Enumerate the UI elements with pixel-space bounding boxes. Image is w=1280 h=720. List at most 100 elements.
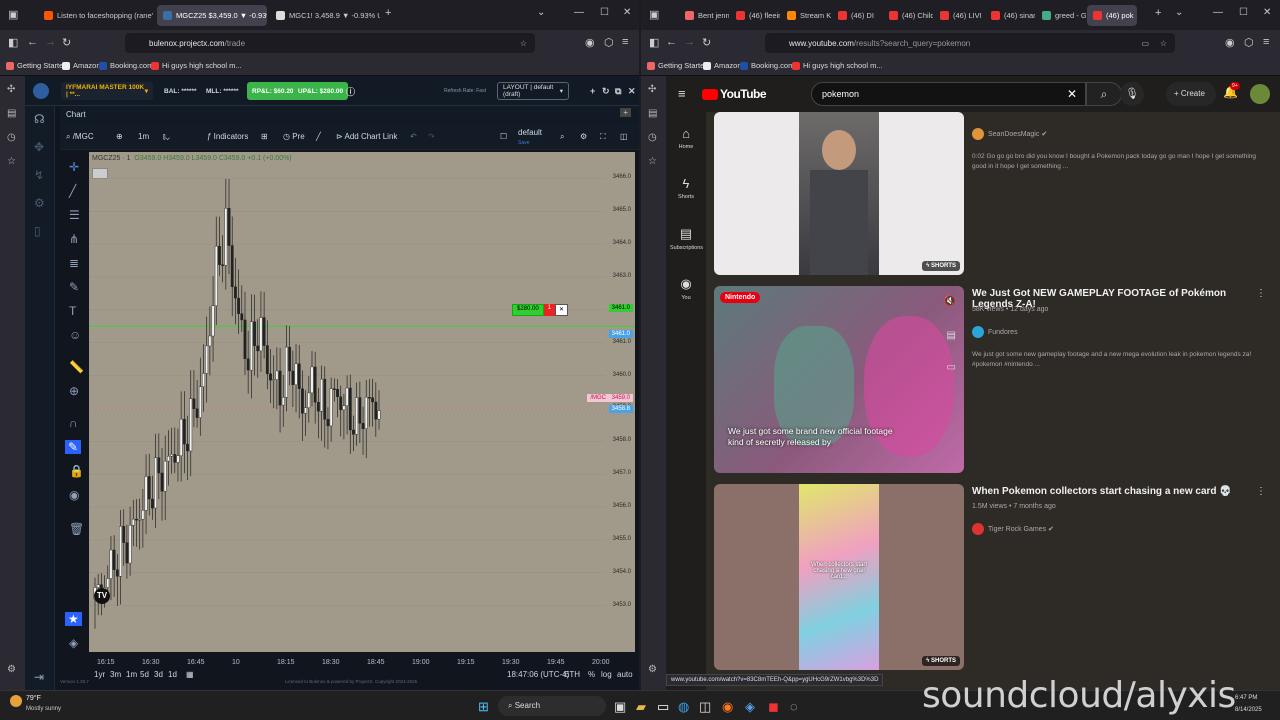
channel-link[interactable]: SeanDoesMagic ✔ [972, 128, 1047, 140]
layers-icon[interactable]: ◈ [69, 636, 78, 650]
draw-line-icon[interactable]: ╱ [316, 132, 321, 141]
clear-icon[interactable]: ✕ [1067, 87, 1077, 101]
bookmark-highschool[interactable]: Hi guys high school m... [792, 61, 883, 70]
app-icon[interactable]: ◈ [745, 699, 755, 715]
bookmark-booking[interactable]: Booking.com [99, 61, 153, 70]
minimize-icon[interactable]: — [1213, 7, 1223, 18]
create-button[interactable]: + Create [1166, 82, 1216, 106]
queue-icon[interactable]: ▤ [947, 330, 956, 341]
tab-item[interactable]: (46) pok✕ [1087, 5, 1137, 26]
terminal-icon[interactable]: ▭ [657, 699, 669, 715]
brush-icon[interactable]: ✎ [69, 280, 79, 294]
url-bar[interactable]: www.youtube.com/results?search_query=pok… [765, 33, 1175, 53]
more-options-icon[interactable]: ⋮ [1256, 288, 1266, 299]
reader-icon[interactable]: ▭ [1141, 39, 1149, 48]
tab-item[interactable]: (46) LIVI [934, 5, 984, 26]
back-icon[interactable]: ← [27, 36, 38, 48]
sidebar-toggle-icon[interactable]: ◧ [649, 36, 659, 49]
taskbar-search[interactable]: ⌕ Search [498, 696, 606, 716]
file-explorer-icon[interactable]: ▰ [636, 699, 646, 715]
avatar[interactable] [1250, 84, 1270, 104]
reload-icon[interactable]: ↻ [62, 36, 71, 49]
magnet-icon[interactable]: ∩ [69, 416, 78, 430]
new-tab-icon[interactable]: + [1155, 7, 1161, 19]
nav-subscriptions[interactable]: ▤ Subscriptions [670, 226, 703, 251]
app-icon[interactable]: ◼ [768, 699, 779, 715]
add-chart-link[interactable]: ⊳ Add Chart Link [336, 132, 397, 141]
tab-list-icon[interactable]: ▣ [8, 8, 18, 21]
info-icon[interactable]: ⓘ [341, 82, 360, 100]
range-3m[interactable]: 3m [110, 670, 121, 679]
bookmarks-icon[interactable]: ☆ [7, 156, 16, 167]
bookmarks-icon[interactable]: ☆ [648, 156, 657, 167]
store-icon[interactable]: ◫ [699, 699, 711, 715]
forward-icon[interactable]: → [45, 36, 56, 48]
zoom-icon[interactable]: ⊕ [69, 384, 79, 398]
chevron-down-icon[interactable]: ⌄ [1175, 7, 1183, 18]
range-1m[interactable]: 1m [126, 670, 137, 679]
favorites-icon[interactable]: ★ [65, 612, 82, 626]
tabs-icon[interactable]: ▤ [648, 108, 657, 119]
log-toggle[interactable]: log [601, 670, 612, 679]
settings-icon[interactable]: ⚙ [34, 196, 45, 210]
captions-icon[interactable]: ▭ [947, 362, 956, 373]
tab-soundcloud[interactable]: Listen to faceshopping (rane's r✕ [38, 5, 153, 26]
close-window-icon[interactable]: ✕ [623, 7, 631, 18]
video-thumbnail[interactable]: ϟ SHORTS [714, 112, 964, 275]
candle-type-icon[interactable]: ⫾⌄ [163, 132, 170, 142]
maximize-icon[interactable]: ☐ [600, 7, 609, 18]
maximize-icon[interactable]: ☐ [1239, 7, 1248, 18]
pitchfork-icon[interactable]: ⋔ [69, 232, 79, 246]
logout-icon[interactable]: ⇥ [34, 670, 44, 684]
symbol-search[interactable]: ⌕ /MGC [66, 132, 94, 142]
mute-icon[interactable]: 🔇 [944, 296, 956, 307]
history-icon[interactable]: ◷ [7, 132, 16, 143]
add-panel-icon[interactable]: + [620, 108, 631, 117]
extensions-icon[interactable]: ⬡ [1244, 36, 1254, 49]
tab-item[interactable]: (46) sinam [985, 5, 1035, 26]
tab-item[interactable]: Bent jenn c [679, 5, 729, 26]
tab-item[interactable]: (46) Childis [883, 5, 933, 26]
task-view-icon[interactable]: ▣ [614, 699, 626, 715]
ruler-icon[interactable]: 📏 [69, 360, 84, 374]
more-options-icon[interactable]: ⋮ [1256, 486, 1266, 497]
range-5d[interactable]: 5d [140, 670, 149, 679]
compare-icon[interactable]: ⊕ [116, 132, 123, 141]
indicators-button[interactable]: ƒ Indicators [207, 132, 248, 141]
video-title[interactable]: When Pokemon collectors start chasing a … [972, 486, 1244, 497]
mobile-icon[interactable]: ▯ [34, 224, 41, 238]
range-3d[interactable]: 3d [154, 670, 163, 679]
tab-item[interactable]: Stream Ken [781, 5, 831, 26]
search-button[interactable]: ⌕ [1086, 82, 1122, 106]
edge-icon[interactable]: ◍ [678, 699, 689, 715]
tool-icon[interactable]: ✥ [34, 140, 44, 154]
lock-icon[interactable]: 🔒 [69, 464, 84, 478]
history-icon[interactable]: ◷ [648, 132, 657, 143]
pre-button[interactable]: ◷ Pre [283, 132, 305, 141]
auto-toggle[interactable]: auto [617, 670, 633, 679]
undo-icon[interactable]: ↶ [410, 132, 417, 141]
nav-shorts[interactable]: ϟ Shorts [670, 176, 702, 200]
extensions-icon[interactable]: ⬡ [604, 36, 614, 49]
close-icon[interactable]: ✕ [623, 82, 639, 100]
search-input[interactable]: pokemon ✕ [811, 82, 1086, 106]
interval-button[interactable]: 1m [138, 132, 149, 141]
settings-icon[interactable]: ⚙ [7, 664, 16, 675]
gold-chart-icon[interactable]: ☊ [34, 112, 45, 126]
start-icon[interactable]: ⊞ [478, 699, 489, 715]
tab-tradingview[interactable]: MGC1! 3,458.9 ▼ -0.93% Unnam✕ [270, 5, 380, 26]
hamburger-icon[interactable]: ≡ [678, 86, 686, 101]
video-thumbnail[interactable]: When collectors start chasing a new grai… [714, 484, 964, 670]
ai-chat-icon[interactable]: ✣ [7, 84, 15, 95]
tab-item[interactable]: greed - Go [1036, 5, 1086, 26]
tool-icon[interactable]: ↯ [34, 168, 44, 182]
close-icon[interactable]: ✕ [1134, 11, 1137, 20]
voice-search-button[interactable]: 🎙 [1120, 82, 1144, 106]
ai-chat-icon[interactable]: ✣ [648, 84, 656, 95]
chevron-down-icon[interactable]: ⌄ [537, 7, 545, 18]
sidebar-toggle-icon[interactable]: ◧ [8, 36, 18, 49]
crosshair-icon[interactable]: ✛ [69, 160, 79, 174]
fullscreen-icon[interactable]: ⛶ [600, 132, 606, 142]
url-bar[interactable]: bulenox.projectx.com/trade ☆ [125, 33, 535, 53]
range-1yr[interactable]: 1yr [94, 670, 105, 679]
